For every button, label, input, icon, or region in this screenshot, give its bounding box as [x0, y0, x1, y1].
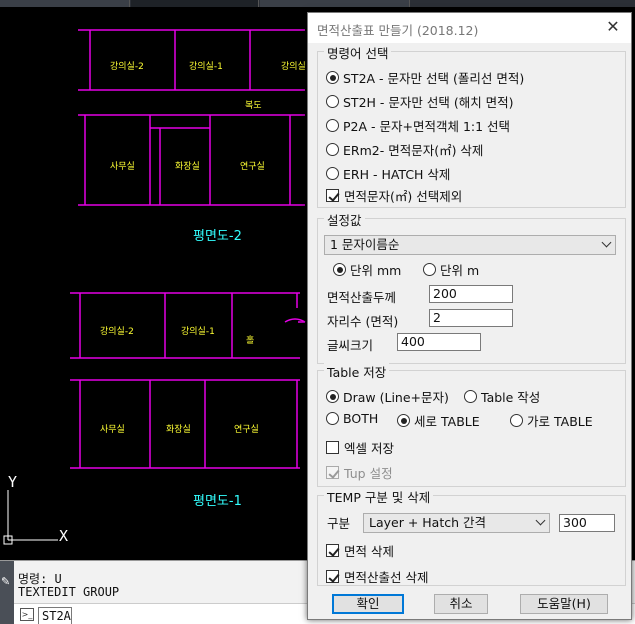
radio-unit-mm[interactable]: 단위 mm: [333, 260, 401, 279]
select-value: 1 문자이름순: [330, 237, 400, 252]
excel-save-checkbox[interactable]: 엑셀 저장: [326, 438, 394, 457]
radio-label: 단위 m: [440, 263, 480, 278]
room-label: 연구실: [234, 425, 259, 435]
radio-label: 단위 mm: [350, 263, 402, 278]
radio-dot[interactable]: [326, 71, 339, 84]
radio-label: ST2H - 문자만 선택 (해치 면적): [343, 95, 514, 110]
fontsize-label: 글씨크기: [327, 338, 374, 353]
thickness-input[interactable]: 200: [429, 285, 513, 303]
radio-dot[interactable]: [423, 263, 436, 276]
radio-label: ST2A - 문자만 선택 (폴리선 면적): [343, 71, 525, 86]
ok-button[interactable]: 확인: [332, 594, 404, 614]
room-label: 화장실: [175, 162, 200, 172]
radio-label: 가로 TABLE: [527, 414, 593, 429]
chevron-down-icon: [601, 237, 612, 248]
chevron-down-icon: [535, 515, 546, 526]
division-select[interactable]: Layer + Hatch 간격: [363, 513, 550, 533]
digits-label: 자리수 (면적): [327, 314, 399, 329]
radio-vertical-table[interactable]: 세로 TABLE: [397, 411, 480, 430]
close-icon[interactable]: ✕: [603, 17, 623, 37]
group-label: 명령어 선택: [324, 43, 392, 62]
select-value: Layer + Hatch 간격: [369, 515, 487, 530]
wrench-icon[interactable]: ✎: [1, 575, 10, 588]
command-window-handle[interactable]: ✎: [0, 561, 14, 624]
radio-dot[interactable]: [333, 263, 346, 276]
radio-st2h[interactable]: ST2H - 문자만 선택 (해치 면적): [326, 92, 514, 111]
checkbox-label: 면적문자(㎡) 선택제외: [344, 189, 463, 204]
radio-draw[interactable]: Draw (Line+문자): [326, 387, 449, 406]
radio-dot[interactable]: [510, 414, 523, 427]
checkbox[interactable]: [326, 189, 339, 202]
radio-dot[interactable]: [397, 414, 410, 427]
room-label: 강의실: [281, 62, 306, 72]
room-label: 강의실-1: [181, 327, 215, 337]
group-label: 설정값: [324, 210, 365, 229]
room-label: 사무실: [100, 425, 125, 435]
radio-label: 세로 TABLE: [414, 414, 480, 429]
room-label: 사무실: [110, 162, 135, 172]
cancel-button[interactable]: 취소: [434, 594, 488, 614]
room-label: 강의실-1: [189, 62, 223, 72]
digits-input[interactable]: 2: [429, 309, 513, 327]
plan-title: 평면도-2: [193, 229, 242, 244]
checkbox[interactable]: [326, 544, 339, 557]
area-table-dialog: 면적산출표 만들기 (2018.12) ✕ 명령어 선택 ST2A - 문자만 …: [307, 12, 632, 620]
checkbox-label: 면적산출선 삭제: [344, 570, 429, 585]
exclude-area-text-checkbox[interactable]: 면적문자(㎡) 선택제외: [326, 186, 462, 205]
checkbox[interactable]: [326, 466, 339, 479]
group-label: TEMP 구분 및 삭제: [324, 487, 434, 506]
radio-table-create[interactable]: Table 작성: [464, 387, 540, 406]
sort-order-select[interactable]: 1 문자이름순: [324, 235, 616, 255]
radio-dot[interactable]: [326, 412, 339, 425]
radio-unit-m[interactable]: 단위 m: [423, 260, 479, 279]
ucs-y-label: Y: [8, 473, 18, 491]
checkbox-label: 엑셀 저장: [344, 441, 394, 456]
command-input[interactable]: ST2A: [38, 607, 72, 624]
radio-label: Table 작성: [481, 390, 541, 405]
radio-both[interactable]: BOTH: [326, 411, 378, 426]
radio-dot[interactable]: [326, 119, 339, 132]
gap-input[interactable]: 300: [559, 514, 615, 532]
radio-label: ERH - HATCH 삭제: [343, 167, 451, 182]
thickness-label: 면적산출두께: [327, 290, 397, 305]
delete-area-checkbox[interactable]: 면적 삭제: [326, 541, 394, 560]
delete-area-line-checkbox[interactable]: 면적산출선 삭제: [326, 567, 428, 586]
room-label: 화장실: [166, 425, 191, 435]
checkbox-label: Tup 설정: [344, 466, 393, 481]
checkbox[interactable]: [326, 441, 339, 454]
radio-p2a[interactable]: P2A - 문자+면적객체 1:1 선택: [326, 116, 510, 135]
checkbox[interactable]: [326, 570, 339, 583]
room-label: 연구실: [240, 162, 265, 172]
dialog-titlebar[interactable]: 면적산출표 만들기 (2018.12) ✕: [308, 13, 631, 43]
radio-erm2[interactable]: ERm2- 면적문자(㎡) 삭제: [326, 140, 483, 159]
radio-st2a[interactable]: ST2A - 문자만 선택 (폴리선 면적): [326, 68, 524, 87]
command-prompt-icon[interactable]: >_: [20, 608, 34, 621]
checkbox-label: 면적 삭제: [344, 544, 394, 559]
radio-horizontal-table[interactable]: 가로 TABLE: [510, 411, 593, 430]
group-label: Table 저장: [324, 362, 390, 381]
radio-dot[interactable]: [326, 167, 339, 180]
command-history-line: TEXTEDIT GROUP: [18, 585, 120, 599]
room-label: 복도: [245, 101, 262, 111]
help-button[interactable]: 도움말(H): [520, 594, 608, 614]
plan-title: 평면도-1: [193, 494, 242, 509]
radio-dot[interactable]: [326, 143, 339, 156]
radio-label: ERm2- 면적문자(㎡) 삭제: [343, 143, 484, 158]
room-label: 홀: [246, 336, 255, 346]
radio-label: P2A - 문자+면적객체 1:1 선택: [343, 119, 511, 134]
radio-erh[interactable]: ERH - HATCH 삭제: [326, 164, 450, 183]
fontsize-input[interactable]: 400: [397, 333, 481, 351]
dialog-title: 면적산출표 만들기 (2018.12): [317, 23, 479, 38]
radio-label: Draw (Line+문자): [343, 390, 449, 405]
radio-dot[interactable]: [326, 390, 339, 403]
tup-setting-checkbox[interactable]: Tup 설정: [326, 463, 393, 482]
room-label: 강의실-2: [110, 62, 144, 72]
radio-dot[interactable]: [464, 390, 477, 403]
radio-label: BOTH: [343, 411, 379, 426]
radio-dot[interactable]: [326, 95, 339, 108]
room-label: 강의실-2: [100, 327, 134, 337]
div-label: 구분: [327, 516, 351, 531]
ucs-x-label: X: [59, 527, 69, 545]
